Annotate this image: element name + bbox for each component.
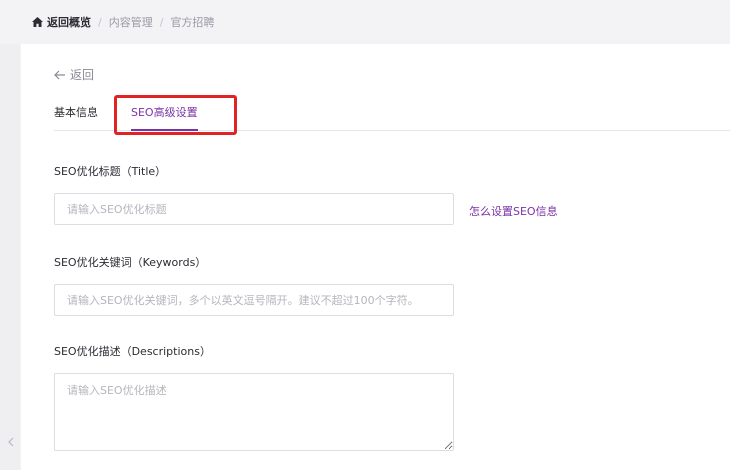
seo-title-input[interactable] — [54, 193, 454, 225]
seo-help-link[interactable]: 怎么设置SEO信息 — [469, 203, 558, 219]
tab-basic-info[interactable]: 基本信息 — [54, 106, 98, 131]
back-button[interactable]: 返回 — [54, 66, 94, 83]
back-label: 返回 — [70, 68, 95, 82]
seo-description-label: SEO优化描述（Descriptions） — [54, 345, 211, 358]
highlight-annotation-box — [114, 95, 237, 135]
chevron-left-icon[interactable] — [4, 432, 18, 452]
seo-keywords-label: SEO优化关键词（Keywords） — [54, 256, 207, 269]
breadcrumb-item-content-management[interactable]: 内容管理 — [109, 14, 153, 30]
seo-keywords-input[interactable] — [54, 284, 454, 316]
sidebar-collapsed-strip — [0, 44, 20, 470]
seo-title-label: SEO优化标题（Title） — [54, 165, 167, 178]
breadcrumb: 返回概览 / 内容管理 / 官方招聘 — [0, 0, 730, 44]
breadcrumb-separator: / — [159, 15, 164, 29]
breadcrumb-home-label: 返回概览 — [47, 16, 91, 29]
breadcrumb-separator: / — [98, 15, 102, 29]
home-icon — [32, 17, 43, 27]
breadcrumb-item-official-recruitment: 官方招聘 — [170, 16, 215, 29]
seo-description-textarea[interactable] — [54, 373, 454, 451]
breadcrumb-home-link[interactable]: 返回概览 — [32, 14, 91, 30]
arrow-left-icon — [54, 70, 65, 79]
